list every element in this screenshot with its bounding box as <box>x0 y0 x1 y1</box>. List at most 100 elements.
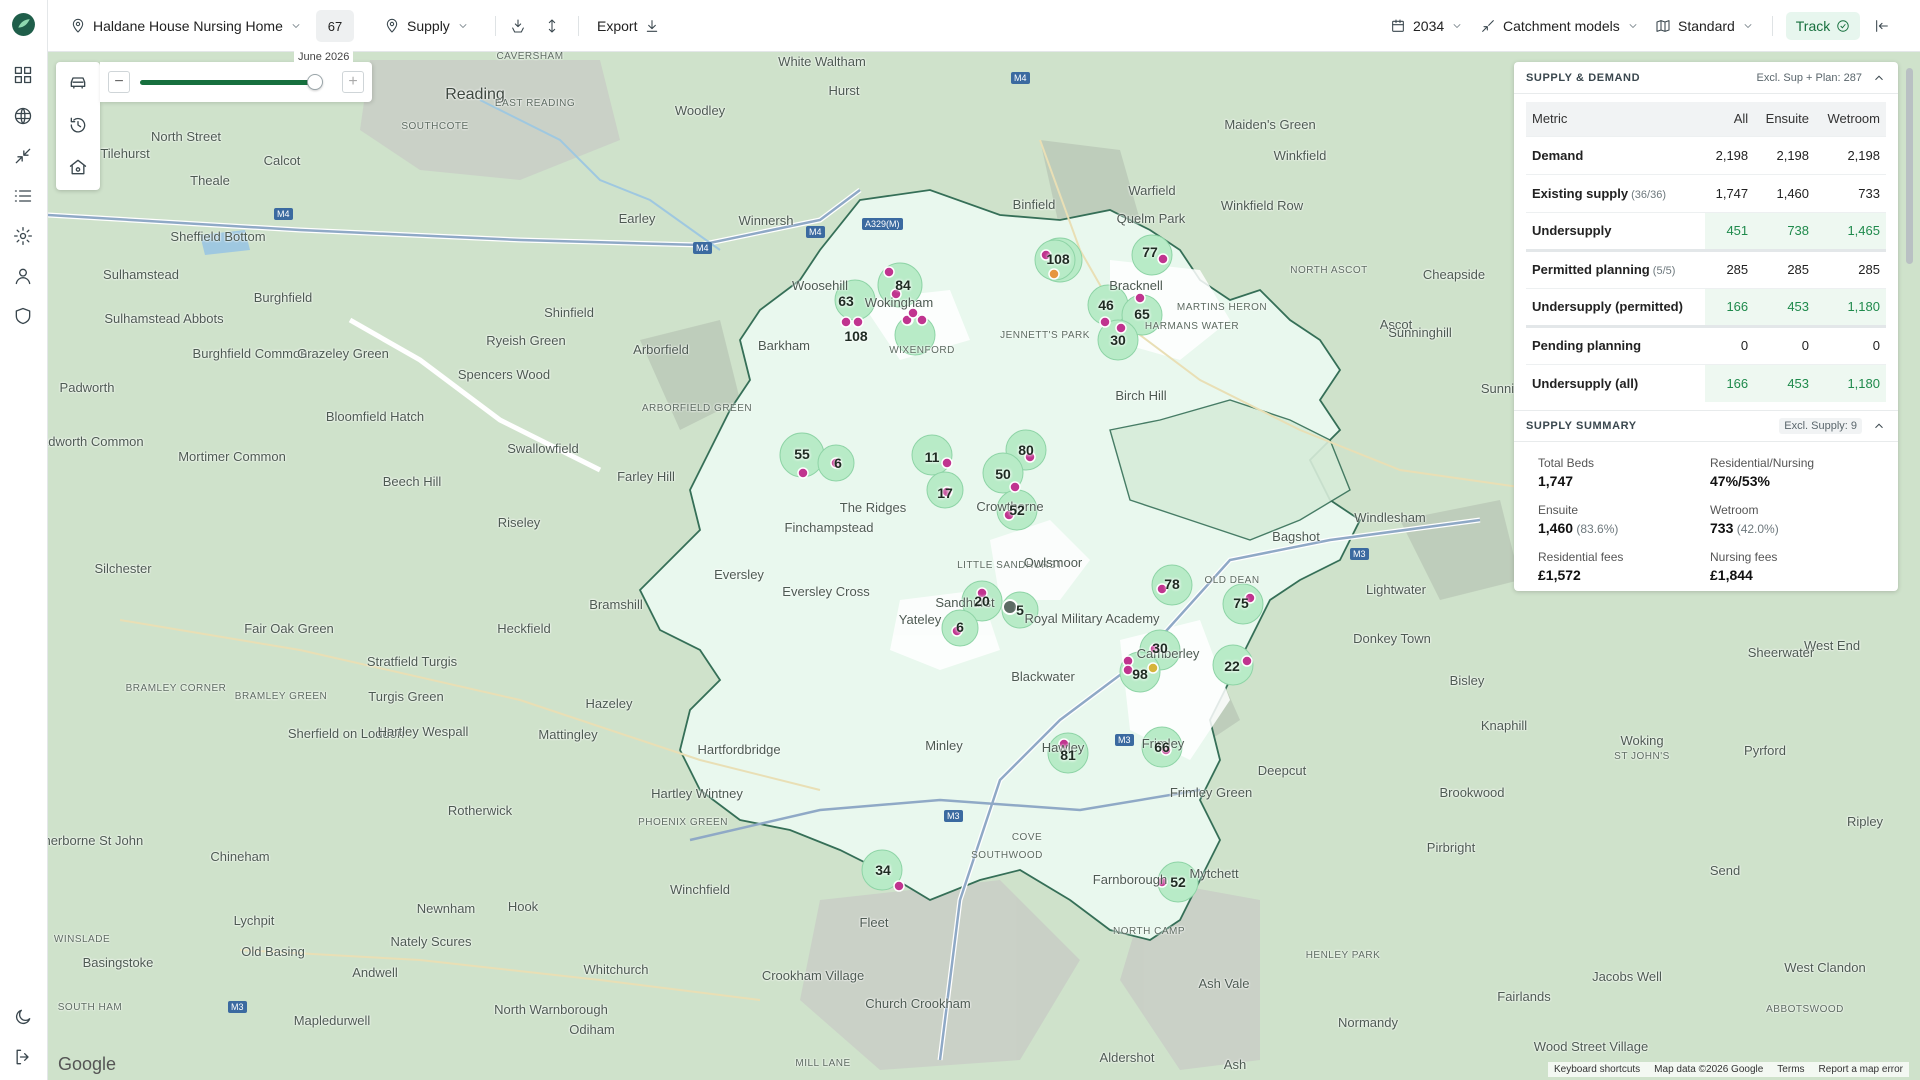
table-row: Existing supply (36/36) 1,747 1,460 733 <box>1526 173 1886 212</box>
summary-label: Residential fees <box>1538 550 1624 564</box>
supply-cluster-count[interactable]: 20 <box>974 593 990 609</box>
year-label: 2034 <box>1413 18 1445 34</box>
download-map-button[interactable] <box>510 0 526 52</box>
supply-cluster-count[interactable]: 81 <box>1060 747 1076 763</box>
metric-value-wetroom: 733 <box>1815 173 1886 212</box>
supply-cluster-count[interactable]: 17 <box>937 485 953 501</box>
globe-icon[interactable] <box>12 105 34 127</box>
dashboard-icon[interactable] <box>12 64 34 86</box>
dark-mode-icon[interactable] <box>12 1006 34 1028</box>
top-bar: Haldane House Nursing Home 67 Supply Exp… <box>48 0 1920 52</box>
supply-cluster-count[interactable]: 52 <box>1170 874 1186 890</box>
supply-cluster-count[interactable]: 30 <box>1110 332 1126 348</box>
supply-cluster-count[interactable]: 108 <box>844 328 867 344</box>
metric-label: Undersupply (permitted) <box>1526 287 1706 326</box>
supply-cluster-count[interactable]: 46 <box>1098 297 1114 313</box>
supply-cluster-count[interactable]: 80 <box>1018 442 1034 458</box>
supply-cluster-count[interactable]: 78 <box>1164 576 1180 592</box>
collapse-arrows-icon[interactable] <box>12 145 34 167</box>
divider <box>1772 16 1773 36</box>
summary-value: £1,844 <box>1710 567 1753 583</box>
app-logo[interactable] <box>11 12 36 37</box>
timeline-track[interactable] <box>140 80 313 85</box>
supply-demand-header[interactable]: SUPPLY & DEMAND Excl. Sup + Plan: 287 <box>1514 62 1898 94</box>
supply-cluster-count[interactable]: 98 <box>1132 666 1148 682</box>
left-rail <box>0 0 48 1080</box>
supply-cluster-count[interactable]: 5 <box>1016 602 1024 618</box>
shield-icon[interactable] <box>12 305 34 327</box>
metric-value-ensuite: 453 <box>1754 363 1816 402</box>
map-style-selector[interactable]: Standard <box>1655 0 1754 52</box>
user-icon[interactable] <box>12 265 34 287</box>
supply-summary-header[interactable]: SUPPLY SUMMARY Excl. Supply: 9 <box>1514 410 1898 442</box>
summary-label: Ensuite <box>1538 503 1579 517</box>
chevron-up-icon[interactable] <box>1872 71 1886 85</box>
supply-cluster-count[interactable]: 66 <box>1154 739 1170 755</box>
supply-cluster-count[interactable]: 77 <box>1142 244 1158 260</box>
supply-cluster-count[interactable]: 6 <box>834 455 842 471</box>
metric-count: (36/36) <box>1628 188 1666 201</box>
metric-value-all: 166 <box>1705 287 1755 326</box>
sort-button[interactable] <box>544 0 560 52</box>
metric-label: Existing supply (36/36) <box>1526 173 1706 212</box>
supply-cluster-count[interactable]: 34 <box>875 862 891 878</box>
car-icon[interactable] <box>67 72 89 94</box>
panel-scrollbar[interactable] <box>1906 68 1913 264</box>
chevron-down-icon <box>292 24 300 28</box>
metric-label: Undersupply <box>1526 211 1706 250</box>
home-search-icon[interactable] <box>67 156 89 178</box>
summary-item: Wetroom 733 (42.0%) <box>1710 503 1882 536</box>
supply-cluster-count[interactable]: 75 <box>1233 595 1249 611</box>
mode-selector[interactable]: Supply <box>384 0 469 52</box>
map-style-label: Standard <box>1678 18 1735 34</box>
zoom-out-button[interactable]: − <box>108 71 130 93</box>
chevron-down-icon <box>459 24 467 28</box>
summary-percentage: (42.0%) <box>1733 522 1779 536</box>
supply-cluster-count[interactable]: 30 <box>1152 640 1168 656</box>
attribution-link[interactable]: Keyboard shortcuts <box>1554 1064 1640 1075</box>
settings-icon[interactable] <box>12 225 34 247</box>
track-button[interactable]: Track <box>1786 12 1860 40</box>
metric-label: Pending planning <box>1526 324 1706 364</box>
export-button[interactable]: Export <box>597 0 660 52</box>
supply-cluster-count[interactable]: 22 <box>1224 658 1240 674</box>
road-shield: M4 <box>1011 72 1030 84</box>
supply-cluster-count[interactable]: 11 <box>925 449 940 465</box>
catchment-label: Catchment models <box>1503 18 1620 34</box>
care-home-selector[interactable]: Haldane House Nursing Home <box>70 0 302 52</box>
supply-cluster-count[interactable]: 55 <box>794 446 810 462</box>
supply-cluster-count[interactable]: 63 <box>838 293 854 309</box>
supply-cluster-count[interactable]: 65 <box>1134 306 1150 322</box>
attribution-link[interactable]: Report a map error <box>1819 1064 1903 1075</box>
mode-label: Supply <box>407 18 450 34</box>
collapse-panel-button[interactable] <box>1874 0 1890 52</box>
summary-item: Residential fees £1,572 <box>1538 550 1710 583</box>
location-pin-icon <box>386 18 398 33</box>
supply-cluster-count[interactable]: 50 <box>995 466 1011 482</box>
timeline-thumb[interactable] <box>306 74 323 90</box>
supply-cluster-count[interactable]: 84 <box>895 277 911 293</box>
list-icon[interactable] <box>12 185 34 207</box>
chevron-up-icon[interactable] <box>1872 419 1886 433</box>
metric-value-wetroom: 1,180 <box>1815 363 1886 402</box>
table-column-header: Ensuite <box>1754 102 1816 136</box>
catchment-models-selector[interactable]: Catchment models <box>1480 0 1639 52</box>
metric-value-ensuite: 285 <box>1754 248 1816 288</box>
logout-icon[interactable] <box>12 1046 34 1068</box>
supply-cluster-count[interactable]: 108 <box>1046 251 1069 267</box>
attribution-link[interactable]: Terms <box>1777 1064 1804 1075</box>
metric-value-all: 166 <box>1705 363 1755 402</box>
supply-cluster-count[interactable]: 6 <box>956 619 964 635</box>
year-selector[interactable]: 2034 <box>1390 0 1463 52</box>
calendar-icon <box>1392 19 1404 32</box>
road-shield: M4 <box>274 208 293 220</box>
metric-value-ensuite: 0 <box>1754 324 1816 364</box>
summary-percentage: (83.6%) <box>1573 522 1619 536</box>
chevron-down-icon <box>1629 24 1637 28</box>
home-count-badge[interactable]: 67 <box>316 10 354 42</box>
history-icon[interactable] <box>67 114 89 136</box>
attribution-link[interactable]: Map data ©2026 Google <box>1654 1064 1763 1075</box>
zoom-in-button[interactable]: + <box>342 71 364 93</box>
road-shield: M3 <box>1115 734 1134 746</box>
supply-cluster-count[interactable]: 52 <box>1009 502 1025 518</box>
